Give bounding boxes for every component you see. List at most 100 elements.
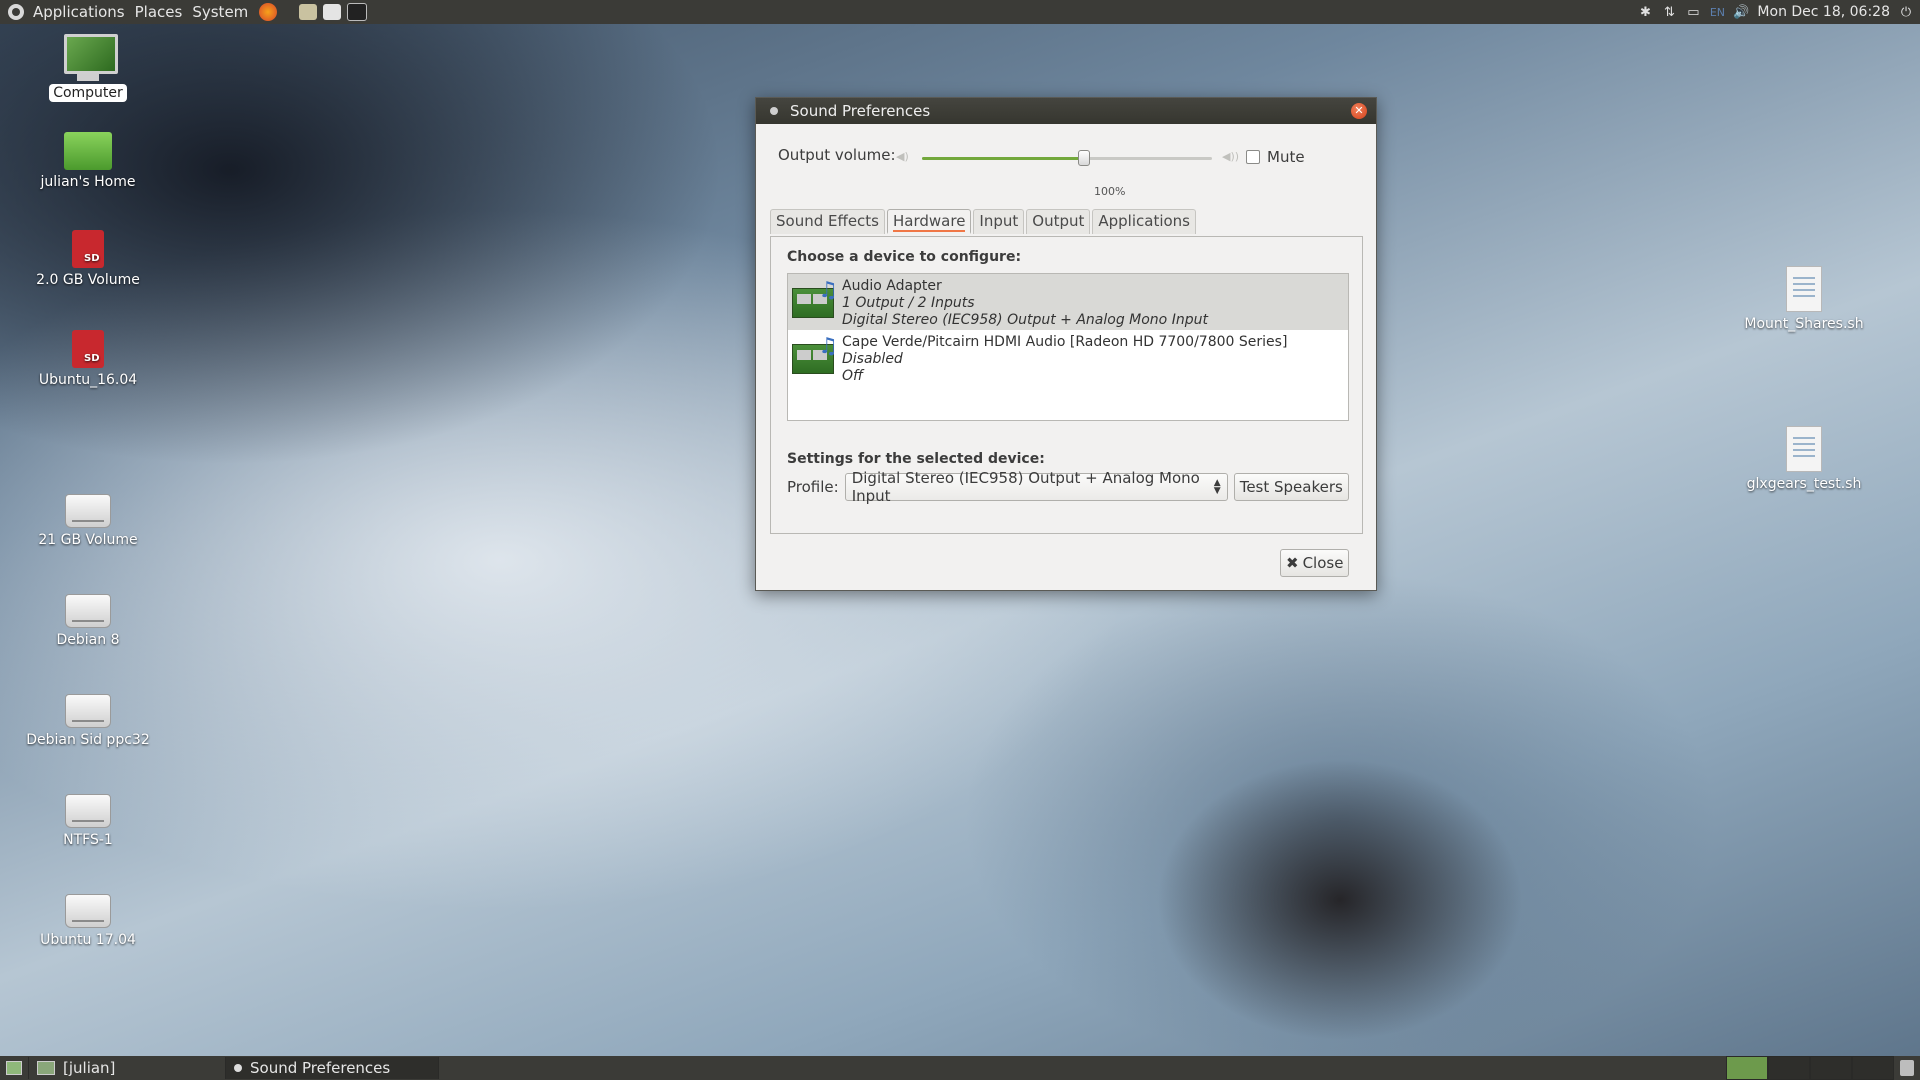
- workspace-1[interactable]: [1726, 1056, 1768, 1080]
- device-detail: Disabled: [842, 351, 903, 367]
- workspace-4[interactable]: [1852, 1056, 1894, 1080]
- top-panel: Applications Places System ✱ ⇅ ▭ EN 🔊 Mo…: [0, 0, 1920, 24]
- bluetooth-icon[interactable]: ✱: [1637, 4, 1653, 20]
- places-menu[interactable]: Places: [130, 3, 188, 21]
- window-titlebar[interactable]: Sound Preferences ✕: [756, 98, 1376, 124]
- volume-low-icon: ◀): [896, 150, 909, 163]
- desktop-icon-mount-shares[interactable]: Mount_Shares.sh: [1734, 266, 1874, 332]
- menu-logo-icon[interactable]: [8, 4, 24, 20]
- power-icon[interactable]: ⏻: [1898, 4, 1914, 20]
- combo-arrows-icon: ▲ ▼: [1213, 478, 1221, 496]
- sound-card-icon: ♫: [790, 276, 838, 324]
- bottom-panel: [julian] Sound Preferences: [0, 1056, 1920, 1080]
- system-menu[interactable]: System: [187, 3, 253, 21]
- desktop-icon-ubuntu-1604[interactable]: SD Ubuntu_16.04: [18, 330, 158, 388]
- text-editor-icon[interactable]: [323, 4, 342, 20]
- terminal-icon[interactable]: [347, 3, 368, 21]
- settings-label: Settings for the selected device:: [787, 451, 1045, 467]
- output-volume-label: Output volume:: [778, 146, 896, 164]
- device-name: Audio Adapter: [842, 278, 942, 294]
- show-desktop-button[interactable]: [0, 1057, 29, 1079]
- workspace-2[interactable]: [1768, 1056, 1810, 1080]
- hardware-tab-panel: Choose a device to configure: ♫ Audio Ad…: [770, 236, 1363, 534]
- tab-applications[interactable]: Applications: [1092, 209, 1197, 234]
- drive-icon: [65, 494, 111, 528]
- profile-value: Digital Stereo (IEC958) Output + Analog …: [851, 469, 1200, 505]
- script-file-icon: [1786, 426, 1822, 472]
- taskbar-item-sound-preferences[interactable]: Sound Preferences: [226, 1057, 439, 1079]
- desktop-icon-label: Debian 8: [56, 632, 120, 648]
- desktop-icon-label: Computer: [49, 84, 127, 102]
- volume-slider-handle[interactable]: [1078, 150, 1091, 166]
- device-detail: 1 Output / 2 Inputs: [842, 295, 975, 311]
- folder-icon: [37, 1061, 55, 1075]
- choose-device-label: Choose a device to configure:: [787, 249, 1022, 265]
- desktop-icon-debian-sid[interactable]: Debian Sid ppc32: [18, 694, 158, 748]
- desktop-icon-computer[interactable]: Computer: [18, 34, 158, 102]
- output-volume-slider[interactable]: [922, 150, 1212, 166]
- desktop-icon-label: julian's Home: [40, 174, 136, 190]
- desktop-icon-label: Mount_Shares.sh: [1744, 316, 1864, 332]
- drive-icon: [65, 694, 111, 728]
- sound-preferences-window: Sound Preferences ✕ Output volume: ◀) ◀)…: [755, 97, 1377, 591]
- drive-icon: [65, 894, 111, 928]
- tab-input[interactable]: Input: [973, 209, 1025, 234]
- file-manager-icon[interactable]: [299, 4, 318, 20]
- tab-sound-effects[interactable]: Sound Effects: [770, 209, 885, 234]
- window-close-icon[interactable]: ✕: [1351, 103, 1367, 119]
- clock[interactable]: Mon Dec 18, 06:28: [1757, 4, 1890, 20]
- device-list[interactable]: ♫ Audio Adapter 1 Output / 2 Inputs Digi…: [787, 273, 1349, 421]
- tab-bar: Sound Effects Hardware Input Output Appl…: [770, 209, 1197, 234]
- show-desktop-icon: [6, 1061, 22, 1075]
- trash-icon[interactable]: [1900, 1060, 1914, 1076]
- home-folder-icon: [64, 132, 112, 170]
- drive-icon: [65, 794, 111, 828]
- device-profile: Digital Stereo (IEC958) Output + Analog …: [842, 312, 1208, 328]
- desktop-icon-glxgears[interactable]: glxgears_test.sh: [1734, 426, 1874, 492]
- volume-percent-label: 100%: [1094, 185, 1126, 198]
- firefox-icon[interactable]: [259, 3, 278, 21]
- device-row-hdmi-audio[interactable]: ♫ Cape Verde/Pitcairn HDMI Audio [Radeon…: [788, 330, 1348, 386]
- profile-label: Profile:: [787, 478, 839, 496]
- network-icon[interactable]: ⇅: [1661, 4, 1677, 20]
- desktop-icon-ubuntu-1704[interactable]: Ubuntu 17.04: [18, 894, 158, 948]
- volume-icon[interactable]: 🔊: [1733, 4, 1749, 20]
- close-button[interactable]: ✖ Close: [1280, 549, 1350, 577]
- taskbar-item-julian[interactable]: [julian]: [29, 1057, 226, 1079]
- profile-combobox[interactable]: Digital Stereo (IEC958) Output + Analog …: [844, 469, 1228, 505]
- sd-card-icon: SD: [72, 330, 104, 368]
- mute-checkbox-row[interactable]: Mute: [1246, 148, 1305, 166]
- applications-menu[interactable]: Applications: [28, 3, 130, 21]
- device-name: Cape Verde/Pitcairn HDMI Audio [Radeon H…: [842, 334, 1288, 350]
- desktop-icon-home[interactable]: julian's Home: [18, 132, 158, 190]
- desktop-icon-label: NTFS-1: [63, 832, 113, 848]
- sound-card-icon: ♫: [790, 332, 838, 380]
- desktop-icon-label: glxgears_test.sh: [1746, 476, 1862, 492]
- window-menu-icon[interactable]: [770, 107, 778, 115]
- mute-checkbox[interactable]: [1246, 150, 1260, 164]
- mute-label: Mute: [1267, 148, 1305, 166]
- tab-hardware[interactable]: Hardware: [887, 209, 972, 234]
- test-speakers-button[interactable]: Test Speakers: [1233, 473, 1349, 501]
- sd-card-icon: SD: [72, 230, 104, 268]
- desktop-icon-label: 21 GB Volume: [38, 532, 138, 548]
- desktop-icon-ntfs-1[interactable]: NTFS-1: [18, 794, 158, 848]
- device-row-audio-adapter[interactable]: ♫ Audio Adapter 1 Output / 2 Inputs Digi…: [788, 274, 1348, 330]
- volume-high-icon: ◀)): [1222, 150, 1240, 163]
- close-icon: ✖: [1286, 554, 1299, 572]
- profile-row: Profile: Digital Stereo (IEC958) Output …: [787, 469, 1349, 505]
- desktop-icon-label: Debian Sid ppc32: [26, 732, 150, 748]
- drive-icon: [65, 594, 111, 628]
- desktop-icon-label: Ubuntu_16.04: [38, 372, 138, 388]
- keyboard-layout-indicator[interactable]: EN: [1709, 4, 1725, 20]
- desktop-icon-volume-2gb[interactable]: SD 2.0 GB Volume: [18, 230, 158, 288]
- desktop-icon-debian-8[interactable]: Debian 8: [18, 594, 158, 648]
- tab-output[interactable]: Output: [1026, 209, 1091, 234]
- workspace-3[interactable]: [1810, 1056, 1852, 1080]
- desktop-icon-volume-21gb[interactable]: 21 GB Volume: [18, 494, 158, 548]
- workspace-switcher: [1726, 1056, 1920, 1080]
- display-icon[interactable]: ▭: [1685, 4, 1701, 20]
- device-profile: Off: [842, 368, 864, 384]
- desktop-icon-label: Ubuntu 17.04: [40, 932, 136, 948]
- computer-icon: [64, 34, 118, 81]
